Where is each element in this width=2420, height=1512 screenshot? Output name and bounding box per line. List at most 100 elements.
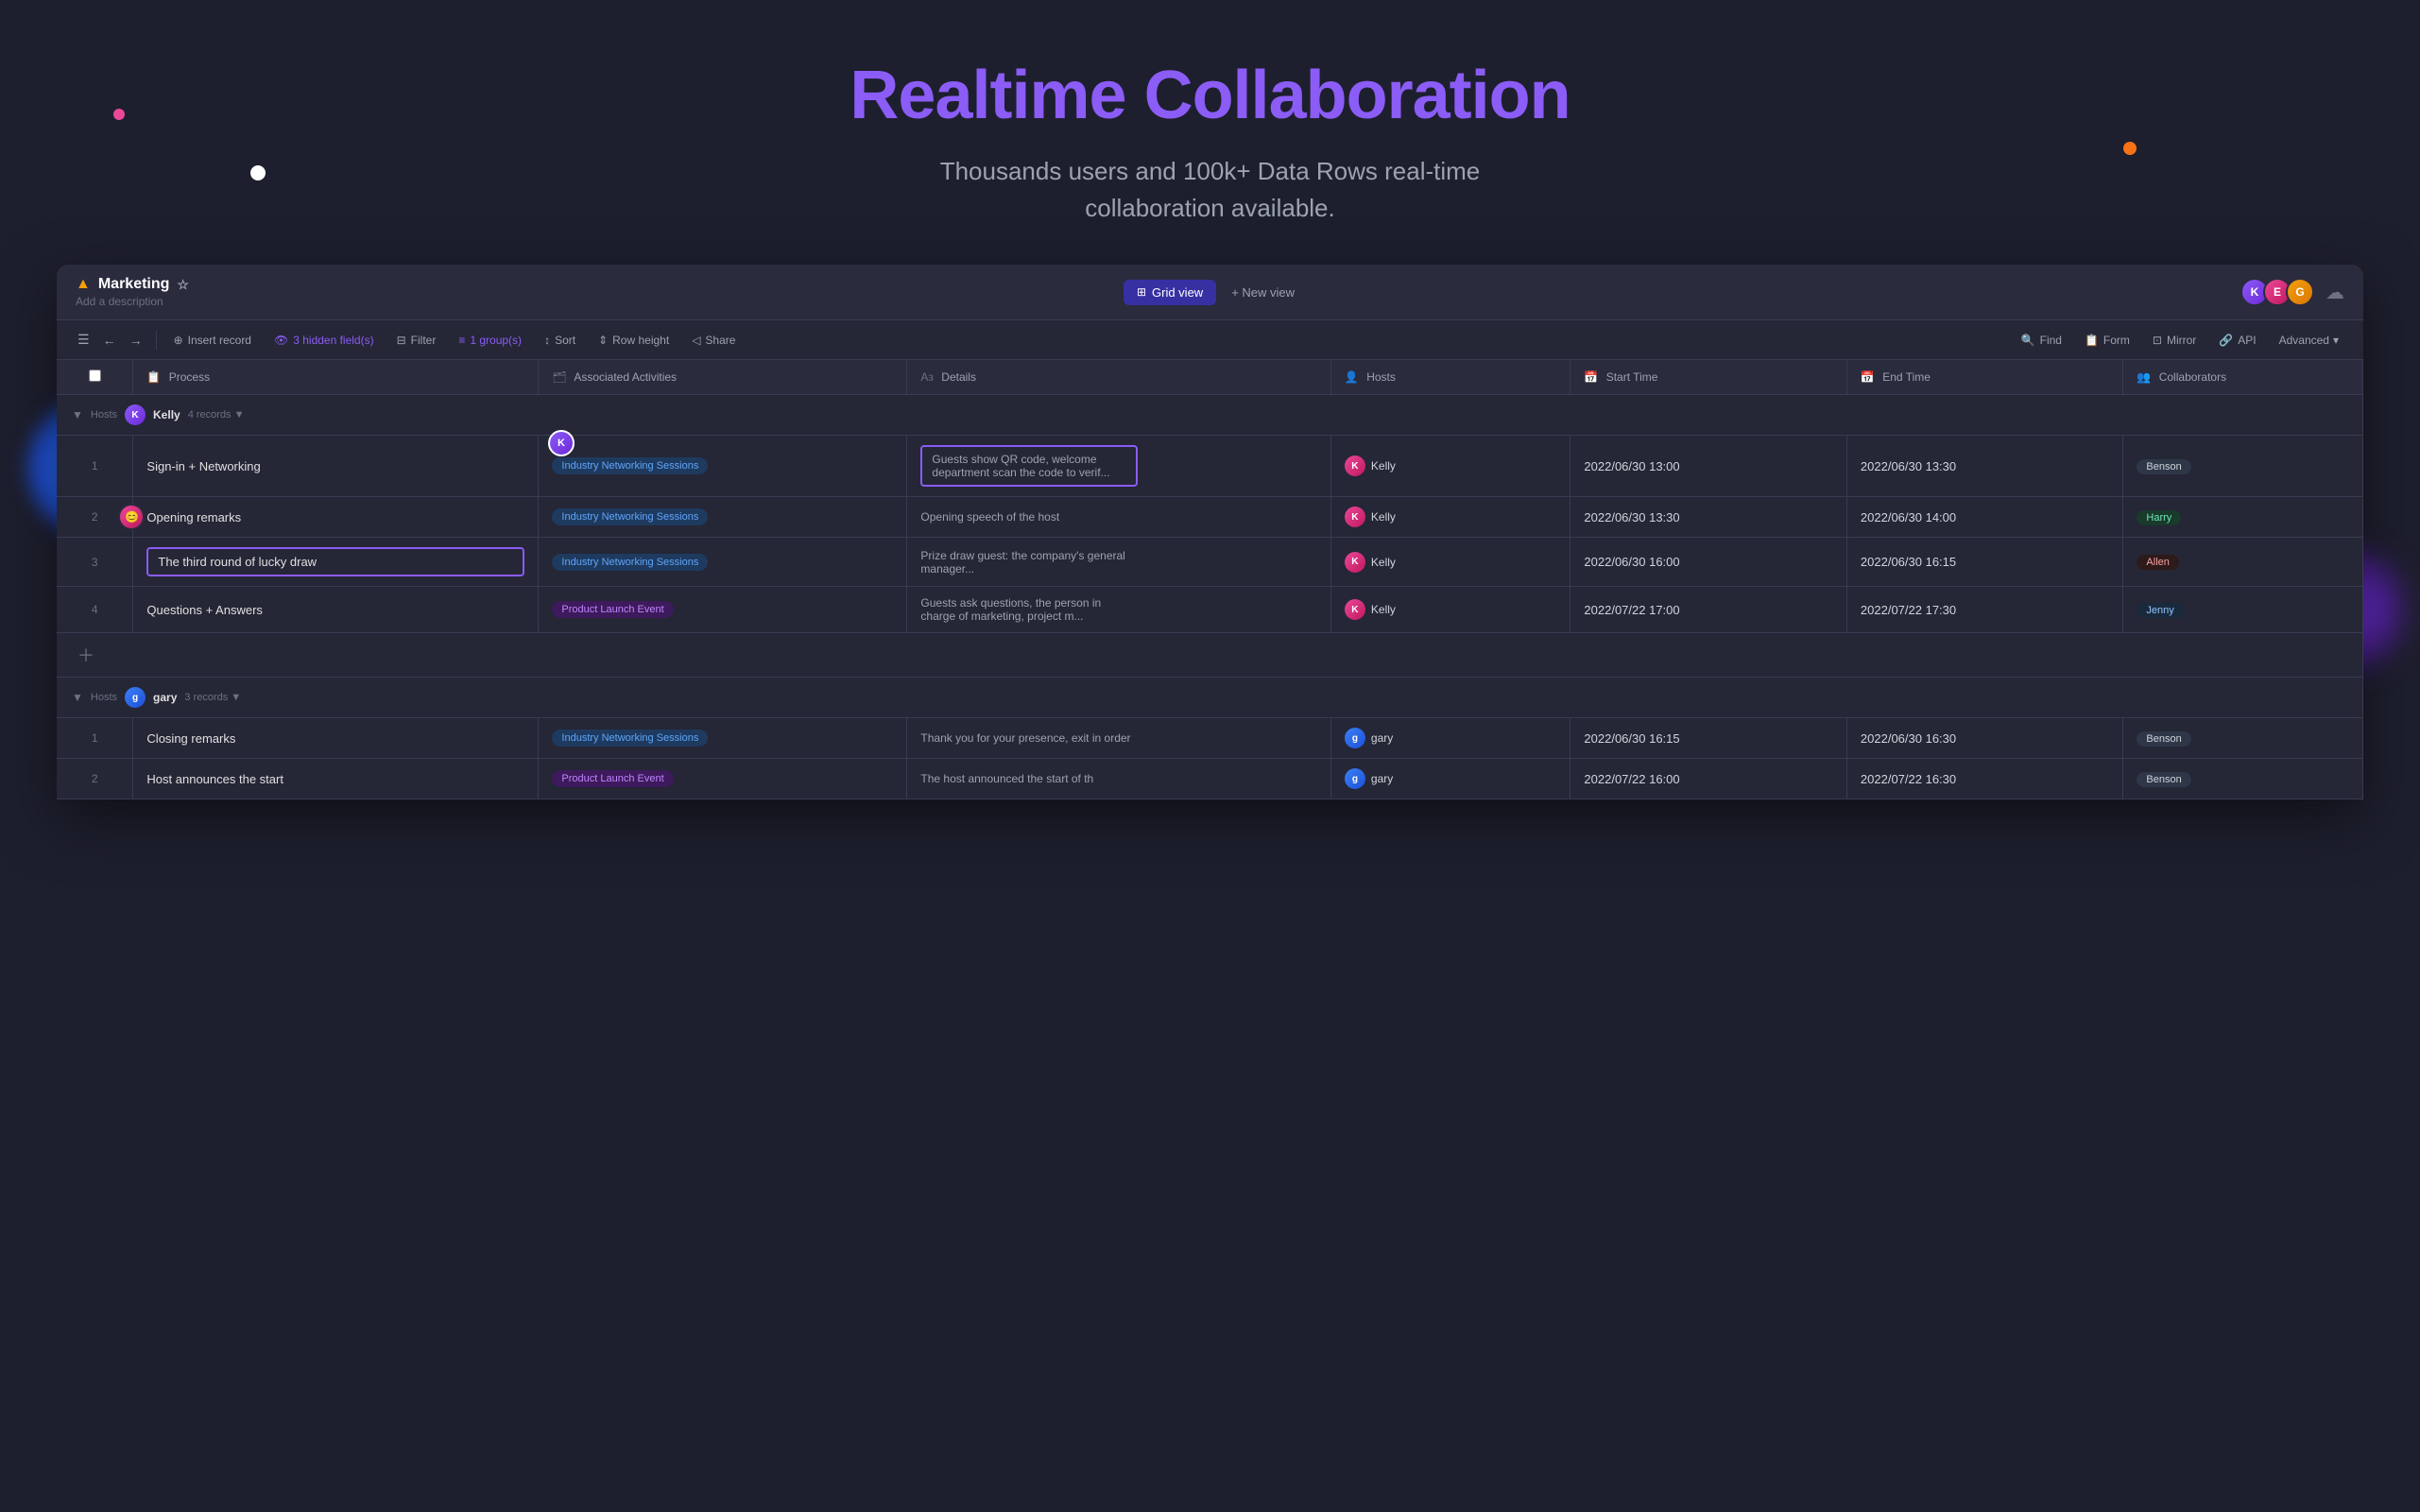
filter-button[interactable]: ⊟ Filter (387, 329, 446, 352)
collab-cell-g2[interactable]: Benson (2123, 759, 2363, 799)
tab-grid-view[interactable]: ⊞ Grid view (1124, 280, 1216, 305)
table-row[interactable]: 4 Questions + Answers Product Launch Eve… (57, 587, 2363, 633)
mirror-button[interactable]: ⊡ Mirror (2143, 329, 2205, 352)
details-col-icon: Aз (920, 370, 934, 384)
host-cell-g1[interactable]: g gary (1330, 718, 1570, 759)
insert-record-button[interactable]: ⊕ Insert record (164, 329, 261, 352)
share-button[interactable]: ◁ Share (682, 329, 745, 352)
col-checkbox[interactable] (57, 360, 133, 395)
warning-icon: ▲ (76, 276, 91, 293)
col-header-process: 📋 Process (133, 360, 539, 395)
group-avatar-gary: g (125, 687, 146, 708)
table-row[interactable]: 2 Opening remarks 😊 Industry Networking … (57, 497, 2363, 538)
group-chevron-kelly[interactable]: ▼ (72, 408, 83, 421)
start-cell-g2[interactable]: 2022/07/22 16:00 (1570, 759, 1847, 799)
process-cell-1[interactable]: Sign-in + Networking (133, 436, 539, 497)
process-cell-2[interactable]: Opening remarks 😊 (133, 497, 539, 538)
start-cell-2[interactable]: 2022/06/30 13:30 (1570, 497, 1847, 538)
process-cell-3[interactable]: The third round of lucky draw (133, 538, 539, 587)
collab-col-icon: 👥 (2137, 370, 2151, 384)
table-row[interactable]: 1 Sign-in + Networking Industry Networki… (57, 436, 2363, 497)
start-cell-g1[interactable]: 2022/06/30 16:15 (1570, 718, 1847, 759)
collab-cell-1[interactable]: Benson (2123, 436, 2363, 497)
col-header-start-time: 📅 Start Time (1570, 360, 1847, 395)
add-row-button-group1[interactable]: ＋ (72, 643, 100, 667)
group-chevron-gary[interactable]: ▼ (72, 691, 83, 704)
activity-cell-1[interactable]: Industry Networking Sessions (539, 436, 907, 497)
end-cell-3[interactable]: 2022/06/30 16:15 (1846, 538, 2123, 587)
start-cell-4[interactable]: 2022/07/22 17:00 (1570, 587, 1847, 633)
toolbar-menu-button[interactable]: ☰ (72, 328, 95, 352)
host-cell-g2[interactable]: g gary (1330, 759, 1570, 799)
col-header-details: Aз Details (907, 360, 1331, 395)
end-cell-g2[interactable]: 2022/07/22 16:30 (1846, 759, 2123, 799)
app-header: ▲ Marketing ☆ Add a description ⊞ Grid v… (57, 265, 2363, 320)
hosts-col-icon: 👤 (1345, 370, 1359, 384)
search-icon: 🔍 (2021, 334, 2035, 347)
activity-cell-2[interactable]: Industry Networking Sessions (539, 497, 907, 538)
host-cell-3[interactable]: K Kelly (1330, 538, 1570, 587)
collab-cell-4[interactable]: Jenny (2123, 587, 2363, 633)
end-cell-4[interactable]: 2022/07/22 17:30 (1846, 587, 2123, 633)
collab-cell-2[interactable]: Harry (2123, 497, 2363, 538)
details-cell-g2[interactable]: The host announced the start of th (907, 759, 1331, 799)
process-cell-g2[interactable]: Host announces the start (133, 759, 539, 799)
activity-cell-4[interactable]: Product Launch Event (539, 587, 907, 633)
form-button[interactable]: 📋 Form (2075, 329, 2139, 352)
row-height-button[interactable]: ⇕ Row height (589, 329, 678, 352)
toolbar-divider-1 (156, 331, 157, 350)
activities-col-icon: 🗂 (552, 370, 566, 384)
header-right: K E G ☁ (2240, 278, 2344, 306)
activity-cell-3[interactable]: Industry Networking Sessions (539, 538, 907, 587)
collab-cell-3[interactable]: Allen (2123, 538, 2363, 587)
col-header-collaborators: 👥 Collaborators (2123, 360, 2363, 395)
details-cell-1[interactable]: Guests show QR code, welcome department … (907, 436, 1331, 497)
row-height-icon: ⇕ (598, 334, 608, 347)
activity-cell-g1[interactable]: Industry Networking Sessions (539, 718, 907, 759)
toolbar-forward-button[interactable]: → (124, 328, 148, 352)
mirror-icon: ⊡ (2153, 334, 2162, 347)
table-row[interactable]: 1 Closing remarks Industry Networking Se… (57, 718, 2363, 759)
details-cell-4[interactable]: Guests ask questions, the person in char… (907, 587, 1331, 633)
activity-cell-g2[interactable]: Product Launch Event (539, 759, 907, 799)
start-cell-1[interactable]: 2022/06/30 13:00 (1570, 436, 1847, 497)
details-cell-3[interactable]: Prize draw guest: the company's general … (907, 538, 1331, 587)
details-cell-2[interactable]: Opening speech of the host (907, 497, 1331, 538)
host-cell-4[interactable]: K Kelly (1330, 587, 1570, 633)
start-cell-3[interactable]: 2022/06/30 16:00 (1570, 538, 1847, 587)
select-all-checkbox[interactable] (89, 369, 101, 382)
host-cell-1[interactable]: K Kelly (1330, 436, 1570, 497)
table-row[interactable]: 3 The third round of lucky draw Industry… (57, 538, 2363, 587)
app-title: ▲ Marketing ☆ (76, 276, 189, 293)
group-icon: ≡ (458, 334, 465, 347)
toolbar-back-button[interactable]: ← (97, 328, 122, 352)
collaborator-avatars: K E G (2240, 278, 2314, 306)
new-view-button[interactable]: + New view (1220, 280, 1306, 305)
find-button[interactable]: 🔍 Find (2012, 329, 2071, 352)
table-body: ▼ Hosts K Kelly 4 records ▼ 1 (57, 395, 2363, 799)
host-cell-2[interactable]: K Kelly (1330, 497, 1570, 538)
table-row[interactable]: 2 Host announces the start Product Launc… (57, 759, 2363, 799)
end-cell-1[interactable]: 2022/06/30 13:30 (1846, 436, 2123, 497)
row-number-3: 3 (57, 538, 133, 587)
api-icon: 🔗 (2219, 334, 2233, 347)
end-cell-g1[interactable]: 2022/06/30 16:30 (1846, 718, 2123, 759)
add-description-link[interactable]: Add a description (76, 295, 189, 308)
details-cell-g1[interactable]: Thank you for your presence, exit in ord… (907, 718, 1331, 759)
host-avatar-1: K (1345, 455, 1365, 476)
api-button[interactable]: 🔗 API (2209, 329, 2265, 352)
process-cell-g1[interactable]: Closing remarks (133, 718, 539, 759)
group-button[interactable]: ≡ 1 group(s) (449, 329, 531, 352)
eye-icon: 👁 (274, 334, 288, 347)
cloud-sync-icon[interactable]: ☁ (2326, 281, 2344, 304)
collab-cell-g1[interactable]: Benson (2123, 718, 2363, 759)
process-cell-4[interactable]: Questions + Answers (133, 587, 539, 633)
insert-icon: ⊕ (174, 334, 183, 347)
process-col-icon: 📋 (146, 370, 161, 384)
row-number-4: 4 (57, 587, 133, 633)
end-cell-2[interactable]: 2022/06/30 14:00 (1846, 497, 2123, 538)
star-icon[interactable]: ☆ (177, 277, 189, 293)
hidden-fields-button[interactable]: 👁 3 hidden field(s) (265, 329, 384, 352)
sort-button[interactable]: ↕ Sort (535, 329, 585, 352)
advanced-button[interactable]: Advanced ▾ (2270, 329, 2348, 352)
